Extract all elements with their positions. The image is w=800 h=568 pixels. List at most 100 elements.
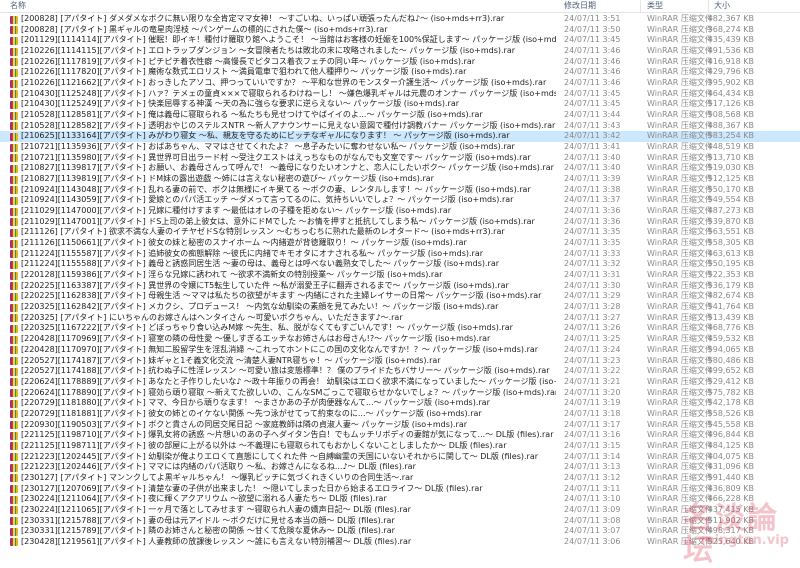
file-modified-date: 24/07/11 3:25 — [564, 334, 621, 344]
file-row[interactable]: [221125][1198710][アパタイト] 爆乳女将の誘惑 ～片想いのあの… — [0, 430, 800, 441]
file-row[interactable]: [220930][1190503][アパタイト] ボクと貴さんの同居交尾日記 ～… — [0, 420, 800, 431]
file-size: 395,902 KB — [707, 78, 754, 88]
file-modified-date: 24/07/11 3:31 — [564, 270, 621, 280]
file-row[interactable]: [220527][1174188][アパタイト] 抗わぬ子に性淫レッスン ～可愛… — [0, 366, 800, 377]
file-row[interactable]: [230224][1211064][アパタイト] 夜に輝くアクアリウム ～欲望に… — [0, 494, 800, 505]
file-name: [210721][1135980][アパタイト] 異世界可日出ラード村 ～受注ク… — [21, 152, 531, 162]
file-name: [220930][1190503][アパタイト] ボクと貴さんの同居交尾日記 ～… — [21, 419, 468, 429]
file-row[interactable]: [220624][1178890][アパタイト] 寝効ら頑り寝取 ～新えてた欲し… — [0, 388, 800, 399]
file-row[interactable]: [220325] [アパタイト] にいちゃんのお嫁さんはヘンタイさん ～可愛いボ… — [0, 313, 800, 324]
file-row[interactable]: [210924][1143048][アパタイト] 乱れる妻の前で、ボクは無様にイ… — [0, 185, 800, 196]
file-row[interactable]: [220325][1167222][アパタイト] どぼっちゃり食い込みM嫁 ～先… — [0, 323, 800, 334]
file-modified-date: 24/07/11 3:15 — [564, 440, 621, 450]
column-header-size[interactable]: 大小 — [714, 1, 730, 11]
winrar-archive-icon — [10, 207, 18, 216]
file-row[interactable]: [220428][1170969][アパタイト] 寝室の隣の母性愛 ～優しすぎる… — [0, 334, 800, 345]
file-modified-date: 24/07/11 3:21 — [564, 376, 621, 386]
file-name: [230331][1215788][アパタイト] 妻の母は元アイドル ～ボクだけ… — [21, 515, 395, 525]
file-row[interactable]: [230224][1211065][アパタイト] 一ヶ月で落としてみせます ～寝… — [0, 505, 800, 516]
file-modified-date: 24/07/11 3:36 — [564, 216, 621, 226]
file-row[interactable]: [230127][1207069][アパタイト] 清楚な妻の子供が出来ました！ … — [0, 484, 800, 495]
file-row[interactable]: [210625][1133164][アパタイト] みがわり寝女 ～私、親友を守る… — [0, 131, 800, 143]
winrar-archive-icon — [10, 164, 18, 173]
file-size: 448,519 KB — [707, 142, 754, 152]
file-row[interactable]: [230331][1215789][アパタイト] 隣のお姉さんと秘密の関係 ～甘… — [0, 526, 800, 537]
file-row[interactable]: [220325][1162842][アパタイト] メカクシ、プロデュース！ ～内… — [0, 302, 800, 313]
winrar-archive-icon — [10, 58, 18, 67]
file-name: [201129][1114114][アパタイト] 催眠！即イキ！種付け羅取り館へ… — [21, 35, 556, 45]
file-row[interactable]: [210430][1125248][アパタイト] ハァ？テメェの童貞×××で寝取… — [0, 89, 800, 100]
file-modified-date: 24/07/11 3:46 — [564, 46, 621, 56]
file-size: 529,412 KB — [707, 376, 754, 386]
file-row[interactable]: [230127] [アパタイト] マンンクしてよ黒ギャルちゃん！ ～爆乳ビッチに… — [0, 473, 800, 484]
file-row[interactable]: [221125][1198711][アパタイト] 彼の部屋に上がる以外は ～不義… — [0, 441, 800, 452]
file-name: [200828] [アパタイト] ダメダメなボクに無い限りな全肯定ママ女神！ ～… — [21, 14, 505, 23]
file-row[interactable]: [210430][1125249][アパタイト] 快楽屈辱する神漢 ～天の為に強… — [0, 99, 800, 110]
file-row[interactable]: [211224][1155588][アパタイト] 義母と誘惑同居生活 ～妻の母は… — [0, 259, 800, 270]
file-size: 563,551 KB — [707, 227, 754, 237]
column-header-type[interactable]: 类型 — [647, 1, 663, 11]
file-row[interactable]: [210827][1139817][アパタイト] お願い、お義母さんって呼んで！… — [0, 163, 800, 174]
file-size: 491,536 KB — [707, 46, 754, 56]
file-row[interactable]: [210528][1128581][アパタイト] 俺は義母に寝取られる ～私たち… — [0, 110, 800, 121]
file-modified-date: 24/07/11 3:35 — [564, 227, 621, 237]
file-modified-date: 24/07/11 3:30 — [564, 280, 621, 290]
file-row[interactable]: [210827][1139819][アパタイト] ドM妹の露出遊戯 ～姉には言え… — [0, 174, 800, 185]
file-row[interactable]: [210528][1128582][アパタイト] 透明おやじのステルスNTR ～… — [0, 121, 800, 132]
file-row[interactable]: [210226][1117820][アパタイト] 魔術な数式エロリスト ～満員電… — [0, 67, 800, 78]
file-modified-date: 24/07/11 3:10 — [564, 494, 621, 504]
column-divider[interactable] — [640, 0, 641, 12]
file-row[interactable]: [210924][1143059][アパタイト] 愛娘とのパパ活エッチ ～ダメっ… — [0, 195, 800, 206]
file-modified-date: 24/07/11 3:42 — [564, 131, 621, 141]
file-row[interactable]: [230331][1215788][アパタイト] 妻の母は元アイドル ～ボクだけ… — [0, 516, 800, 527]
file-name: [220527][1174188][アパタイト] 抗わぬ子に性淫レッスン ～可愛… — [21, 366, 550, 376]
file-row[interactable]: [210226][1121662][アパタイト] おっきしたアソコ、押つっていい… — [0, 78, 800, 89]
column-header-name[interactable]: 名称 — [10, 1, 26, 11]
winrar-archive-icon — [10, 495, 18, 504]
file-row[interactable]: [210721][1135936][アパタイト] おばあちゃん、ママはさせてくれ… — [0, 142, 800, 153]
file-row[interactable]: [201129][1114114][アパタイト] 催眠！即イキ！種付け羅取り館へ… — [0, 35, 800, 46]
file-size: 416,918 KB — [707, 56, 754, 66]
file-row[interactable]: [220624][1178889][アパタイト] あなたと子作りしたいな♪ ～政… — [0, 377, 800, 388]
file-row[interactable]: [220128][1159386][アパタイト] 淫らな兄嫁に誘われて ～欲求不… — [0, 270, 800, 281]
column-divider[interactable] — [708, 0, 709, 12]
file-row[interactable]: [211029][1147000][アパタイト] 兄嫁に種付けすます ～最低はオ… — [0, 206, 800, 217]
file-row[interactable]: [211029][1147001][アパタイト] ドS上司の弟上彼女は、意外にド… — [0, 217, 800, 228]
file-name: [210226][1114115][アパタイト] エロトラップダンジョン ～女冒… — [21, 46, 516, 56]
file-size: 549,554 KB — [707, 195, 754, 205]
file-row[interactable]: [220225][1163387][アパタイト] 異世界の令嬢にT5転生していた… — [0, 281, 800, 292]
file-name: [200828] [アパタイト] 黒ギャルの竜星肉淫枝 ～パンゲームの標的にされ… — [21, 24, 388, 34]
file-row[interactable]: [210721][1135980][アパタイト] 異世界可日出ラード村 ～受注ク… — [0, 153, 800, 164]
winrar-archive-icon — [10, 463, 18, 472]
file-row[interactable]: [211126] [アパタイト] 欲求不満な人妻のイチヤゼドSな特別レッスン ～… — [0, 227, 800, 238]
file-row[interactable]: [221223][1202445][アパタイト] 幼馴染が俺よりエロくて直態にし… — [0, 452, 800, 463]
file-list: [200828] [アパタイト] ダメダメなボクに無い限りな全肯定ママ女神！ ～… — [0, 14, 800, 554]
file-modified-date: 24/07/11 3:14 — [564, 451, 621, 461]
file-row[interactable]: [220428][1170970][アパタイト] 無知二股留学生を淫乱消婦 ～こ… — [0, 345, 800, 356]
column-header-date[interactable]: 修改日期 — [564, 1, 596, 11]
file-name: [210430][1125249][アパタイト] 快楽屈辱する神漢 ～天の為に強… — [21, 99, 460, 109]
file-row[interactable]: [220225][1162838][アパタイト] 母親生活 ～ママは私たちの欲望… — [0, 291, 800, 302]
file-name: [210226][1117819][アパタイト] ピチピチ着衣性癖 ～高慢長でピ… — [21, 56, 476, 66]
file-modified-date: 24/07/11 3:44 — [564, 110, 621, 120]
file-modified-date: 24/07/11 3:09 — [564, 504, 621, 514]
file-row[interactable]: [210226][1114115][アパタイト] エロトラップダンジョン ～女冒… — [0, 46, 800, 57]
file-name: [220527][1174187][アパタイト] 妹ギャと1そ義文化交流 ～清楚… — [21, 355, 441, 365]
winrar-archive-icon — [10, 431, 18, 440]
file-row[interactable]: [210226][1117819][アパタイト] ピチピチ着衣性癖 ～高慢長でピ… — [0, 57, 800, 68]
file-row[interactable]: [220729][1181880][アパタイト] ママ、今日から頑りなます！ ～… — [0, 398, 800, 409]
file-row[interactable]: [200828] [アパタイト] ダメダメなボクに無い限りな全肯定ママ女神！ ～… — [0, 14, 800, 25]
file-name: [211126] [アパタイト] 欲求不満な人妻のイチヤゼドSな特別レッスン ～… — [21, 227, 505, 237]
file-size: 550,170 KB — [707, 184, 754, 194]
file-row[interactable]: [220729][1181881][アパタイト] 彼女の姉とのイケない関係 ～先… — [0, 409, 800, 420]
winrar-archive-icon — [10, 292, 18, 301]
file-row[interactable]: [211224][1155587][アパタイト] 追姉彼女の痴態解除 ～彼氏に内… — [0, 249, 800, 260]
file-row[interactable]: [220527][1174187][アパタイト] 妹ギャと1そ義文化交流 ～清楚… — [0, 356, 800, 367]
file-size: 482,367 KB — [707, 14, 754, 23]
file-row[interactable]: [200828] [アパタイト] 黒ギャルの竜星肉淫枝 ～パンゲームの標的にされ… — [0, 25, 800, 36]
winrar-archive-icon — [10, 154, 18, 163]
file-row[interactable]: [211126][1150661][アパタイト] 彼女の妹と秘密のスナイホーム … — [0, 238, 800, 249]
file-row[interactable]: [221223][1202446][アパタイト] ママには内緒のパパ活取り ～私… — [0, 462, 800, 473]
file-size: 508,568 KB — [707, 110, 754, 120]
file-row[interactable]: [230428][1219561][アパタイト] 人妻教師の放課後レッスン ～誰… — [0, 537, 800, 548]
